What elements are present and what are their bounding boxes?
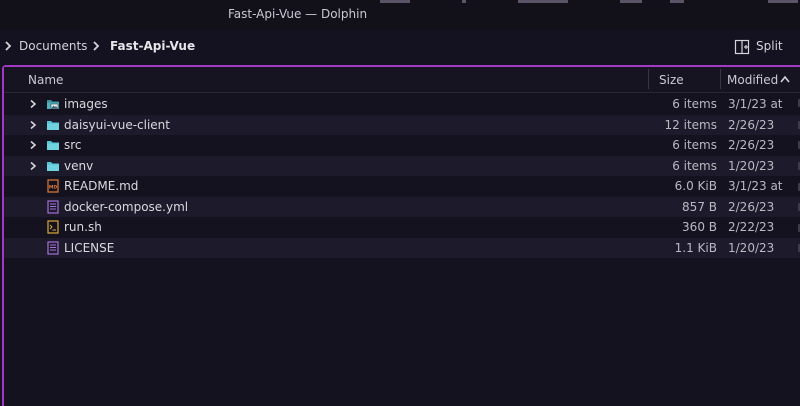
column-header-size[interactable]: Size [659, 73, 684, 87]
file-modified-date: 3/1/23 at [728, 97, 783, 111]
file-row[interactable]: venv 6 items 1/20/23 [4, 155, 800, 176]
column-header-name[interactable]: Name [28, 73, 63, 87]
file-size: 6.0 KiB [674, 179, 717, 193]
file-modified-date: 2/22/23 [728, 220, 775, 234]
column-divider[interactable] [648, 69, 649, 89]
file-name: venv [64, 158, 94, 173]
chevron-right-icon[interactable] [2, 39, 16, 53]
shell-script-icon [47, 220, 59, 234]
file-size: 6 items [672, 158, 717, 173]
split-view-button[interactable]: Split [729, 35, 785, 59]
breadcrumb-current-folder[interactable]: Fast-Api-Vue [110, 39, 195, 53]
title-bar: Fast-Api-Vue — Dolphin [0, 0, 800, 31]
file-modified-date: 1/20/23 [728, 158, 775, 173]
file-row[interactable]: LICENSE 1.1 KiB 1/20/23 [4, 237, 800, 258]
file-size: 6 items [672, 97, 717, 111]
split-label: Split [756, 39, 783, 53]
toolbar: Documents Fast-Api-Vue Split [0, 31, 800, 63]
file-name: README.md [64, 179, 139, 193]
file-size: 857 B [682, 199, 717, 214]
background-window-edge [380, 0, 800, 4]
svg-text:MD: MD [49, 184, 57, 190]
sort-ascending-icon[interactable] [780, 75, 790, 83]
file-name: images [64, 97, 108, 111]
file-row[interactable]: docker-compose.yml 857 B 2/26/23 [4, 196, 800, 217]
file-row[interactable]: MD README.md 6.0 KiB 3/1/23 at [4, 176, 800, 197]
folder-icon [47, 120, 59, 130]
folder-icon [47, 141, 59, 150]
file-list: images 6 items 3/1/23 at daisyui-vue-client… [4, 94, 800, 258]
expand-chevron-icon[interactable] [28, 99, 38, 109]
expand-chevron-icon[interactable] [28, 161, 38, 171]
file-modified-date: 1/20/23 [728, 240, 775, 255]
file-size: 360 B [682, 220, 717, 234]
expand-chevron-icon[interactable] [28, 120, 38, 130]
file-modified-date: 2/26/23 [728, 117, 775, 132]
breadcrumb-documents[interactable]: Documents [19, 39, 87, 53]
text-file-icon [47, 240, 59, 255]
file-size: 12 items [664, 117, 717, 132]
file-name: LICENSE [64, 240, 115, 255]
file-modified-date: 3/1/23 at [728, 179, 783, 193]
folder-icon [47, 161, 59, 171]
expand-chevron-icon[interactable] [28, 140, 38, 150]
file-row[interactable]: run.sh 360 B 2/22/23 [4, 217, 800, 238]
file-modified-date: 2/26/23 [728, 199, 775, 214]
file-modified-date: 2/26/23 [728, 138, 775, 152]
chevron-right-icon[interactable] [90, 39, 104, 53]
file-name: src [64, 138, 82, 152]
file-name: run.sh [64, 220, 102, 234]
file-name: docker-compose.yml [64, 199, 189, 214]
file-row[interactable]: daisyui-vue-client 12 items 2/26/23 [4, 114, 800, 135]
file-name: daisyui-vue-client [64, 117, 170, 132]
column-header-row: Name Size Modified [4, 67, 800, 93]
file-view-panel[interactable]: Name Size Modified images 6 items 3/1/23 a… [2, 65, 800, 406]
markdown-file-icon: MD [47, 179, 59, 193]
file-row[interactable]: src 6 items 2/26/23 [4, 135, 800, 156]
file-size: 6 items [672, 138, 717, 152]
text-file-icon [47, 199, 59, 214]
dolphin-window: Fast-Api-Vue — Dolphin Documents Fast-Ap… [0, 0, 800, 406]
file-row[interactable]: images 6 items 3/1/23 at [4, 94, 800, 115]
split-view-icon [734, 39, 750, 55]
window-title: Fast-Api-Vue — Dolphin [228, 7, 368, 21]
image-folder-icon [47, 100, 59, 109]
column-divider[interactable] [720, 69, 721, 89]
file-size: 1.1 KiB [674, 240, 717, 255]
column-header-modified[interactable]: Modified [727, 73, 778, 87]
